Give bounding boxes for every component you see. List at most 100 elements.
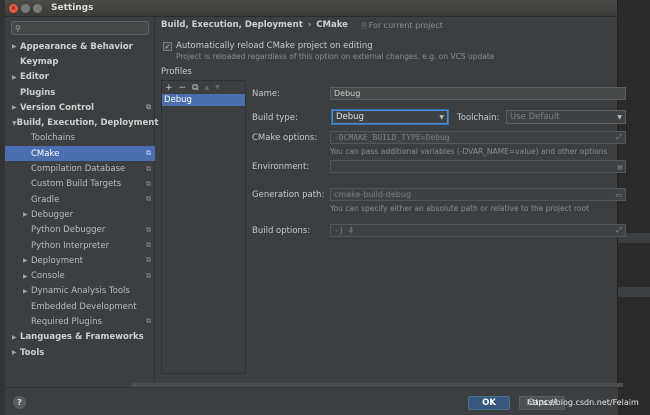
generation-path-field[interactable]: cmake-build-debug ▭ xyxy=(330,188,626,201)
sidebar-item-debugger[interactable]: ▶ Debugger xyxy=(5,207,155,222)
project-scope-icon: ⧉ xyxy=(146,241,151,249)
chevron-right-icon[interactable]: ▶ xyxy=(12,43,20,50)
profiles-panel: + − ⧉ ▲ ▼ Debug xyxy=(161,80,246,374)
project-scope-icon: ⧉ xyxy=(146,103,151,112)
sidebar-item-label: Plugins xyxy=(20,87,56,98)
sidebar-item-dynamic-analysis-tools[interactable]: ▶ Dynamic Analysis Tools xyxy=(5,284,155,299)
autoreload-option[interactable]: ✓ Automatically reload CMake project on … xyxy=(163,41,373,51)
sidebar-item-label: Debugger xyxy=(31,209,74,220)
sidebar-item-label: Version Control xyxy=(20,102,95,113)
sidebar-item-cmake[interactable]: CMake ⧉ xyxy=(5,146,155,162)
sidebar-item-embedded-development[interactable]: Embedded Development xyxy=(5,299,155,314)
search-input[interactable] xyxy=(22,23,143,33)
chevron-right-icon[interactable]: ▶ xyxy=(12,334,20,341)
minimize-icon[interactable] xyxy=(21,3,30,13)
generation-path-hint: You can specify either an absolute path … xyxy=(330,204,590,213)
environment-field[interactable]: ▤ xyxy=(330,160,626,173)
sidebar-item-build-execution-deployment[interactable]: ▼ Build, Execution, Deployment xyxy=(5,115,158,130)
sidebar-item-toolchains[interactable]: Toolchains xyxy=(5,131,155,146)
sidebar-item-custom-build-targets[interactable]: Custom Build Targets ⧉ xyxy=(5,177,155,192)
profiles-label: Profiles xyxy=(161,67,192,77)
project-scope-icon: ⧉ xyxy=(146,179,151,188)
sidebar-item-label: CMake xyxy=(31,148,60,159)
sidebar-item-editor[interactable]: ▶ Editor xyxy=(5,70,155,85)
sidebar-item-gradle[interactable]: Gradle ⧉ xyxy=(5,192,155,207)
sidebar-item-label: Required Plugins xyxy=(31,316,102,327)
move-up-button[interactable]: ▲ xyxy=(205,84,210,91)
toolchain-value: Use Default xyxy=(510,112,560,122)
sidebar-item-label: Python Debugger xyxy=(31,225,106,236)
expand-icon[interactable]: ⤢ xyxy=(616,133,622,142)
toolchain-label: Toolchain: xyxy=(457,113,500,123)
copy-profile-button[interactable]: ⧉ xyxy=(192,83,198,93)
maximize-icon[interactable] xyxy=(33,3,42,13)
name-label: Name: xyxy=(252,89,280,99)
chevron-right-icon[interactable]: ▶ xyxy=(23,273,31,280)
sidebar-item-compilation-database[interactable]: Compilation Database ⧉ xyxy=(5,161,155,176)
remove-profile-button[interactable]: − xyxy=(179,83,187,93)
chevron-down-icon: ▼ xyxy=(439,113,444,121)
build-options-value: -j 4 xyxy=(334,226,354,235)
sidebar-item-label: Gradle xyxy=(31,194,60,205)
toolchain-select[interactable]: Use Default ▼ xyxy=(506,110,626,124)
sidebar-item-label: Editor xyxy=(20,72,49,83)
autoreload-label: Automatically reload CMake project on ed… xyxy=(176,41,373,51)
cmake-options-hint: You can pass additional variables (-DVAR… xyxy=(330,147,608,156)
sidebar-item-label: Deployment xyxy=(31,255,83,266)
name-field[interactable]: Debug xyxy=(330,87,626,100)
generation-path-value: cmake-build-debug xyxy=(334,190,412,199)
for-project-note: 🗎 For current project xyxy=(361,21,443,33)
build-options-label: Build options: xyxy=(252,226,311,236)
move-down-button[interactable]: ▼ xyxy=(215,84,220,91)
chevron-right-icon[interactable]: ▶ xyxy=(12,349,20,356)
sidebar-item-label: Dynamic Analysis Tools xyxy=(31,286,130,297)
ok-button[interactable]: OK xyxy=(468,396,510,410)
sidebar-item-tools[interactable]: ▶ Tools xyxy=(5,345,155,360)
project-scope-icon: ⧉ xyxy=(146,256,151,265)
chevron-right-icon[interactable]: ▶ xyxy=(12,104,20,111)
for-project-label: For current project xyxy=(368,21,443,30)
expand-icon[interactable]: ⤢ xyxy=(616,226,622,235)
sidebar-item-plugins[interactable]: Plugins xyxy=(5,85,155,100)
watermark: https://blog.csdn.net/Felaim xyxy=(527,398,639,407)
sidebar-item-console[interactable]: ▶ Console ⧉ xyxy=(5,268,155,283)
sidebar-item-languages-frameworks[interactable]: ▶ Languages & Frameworks xyxy=(5,330,155,345)
build-options-field[interactable]: -j 4 ⤢ xyxy=(330,224,626,237)
sidebar-item-keymap[interactable]: Keymap xyxy=(5,54,155,69)
breadcrumb-current: CMake xyxy=(316,20,348,30)
sidebar-item-required-plugins[interactable]: Required Plugins ⧉ xyxy=(5,314,155,329)
help-button[interactable]: ? xyxy=(13,396,26,409)
build-type-select[interactable]: Debug ▼ xyxy=(332,110,448,124)
breadcrumb-parent[interactable]: Build, Execution, Deployment xyxy=(161,20,303,30)
sidebar-item-python-debugger[interactable]: Python Debugger ⧉ xyxy=(5,223,155,238)
autoreload-hint: Project is reloaded regardless of this o… xyxy=(176,52,495,61)
sidebar-item-deployment[interactable]: ▶ Deployment ⧉ xyxy=(5,253,155,268)
title-bar: ✕ Settings xyxy=(5,0,617,17)
cmake-options-field[interactable]: -DCMAKE_BUILD_TYPE=Debug ⤢ xyxy=(330,131,626,144)
folder-icon[interactable]: ▭ xyxy=(615,191,622,199)
settings-sidebar: ⚲ ▶ Appearance & Behavior Keymap ▶ Editor Plu… xyxy=(5,17,158,381)
settings-tree: ▶ Appearance & Behavior Keymap ▶ Editor Plugi… xyxy=(5,39,158,360)
add-profile-button[interactable]: + xyxy=(165,83,173,93)
cmake-settings-panel: Build, Execution, Deployment › CMake 🗎 For … xyxy=(155,17,626,381)
breadcrumb-separator: › xyxy=(307,20,312,30)
environment-label: Environment: xyxy=(252,162,310,172)
sidebar-item-version-control[interactable]: ▶ Version Control ⧉ xyxy=(5,100,155,115)
profile-item-debug[interactable]: Debug xyxy=(162,94,245,106)
chevron-right-icon[interactable]: ▶ xyxy=(23,288,31,295)
sidebar-item-label: Build, Execution, Deployment xyxy=(16,118,159,129)
chevron-right-icon[interactable]: ▶ xyxy=(23,257,31,264)
autoreload-checkbox[interactable]: ✓ xyxy=(163,41,172,51)
search-box[interactable]: ⚲ xyxy=(11,21,149,35)
project-scope-icon: ⧉ xyxy=(146,164,151,173)
sidebar-item-label: Python Interpreter xyxy=(31,240,110,251)
cmake-options-value: -DCMAKE_BUILD_TYPE=Debug xyxy=(334,133,450,142)
project-scope-icon: ⧉ xyxy=(146,271,151,280)
sidebar-item-python-interpreter[interactable]: Python Interpreter ⧉ xyxy=(5,238,155,253)
close-icon[interactable]: ✕ xyxy=(9,3,18,13)
build-type-value: Debug xyxy=(336,112,364,122)
chevron-right-icon[interactable]: ▶ xyxy=(23,211,31,218)
sidebar-item-appearance-behavior[interactable]: ▶ Appearance & Behavior xyxy=(5,39,155,54)
browse-env-icon[interactable]: ▤ xyxy=(618,163,622,171)
chevron-right-icon[interactable]: ▶ xyxy=(12,74,20,81)
